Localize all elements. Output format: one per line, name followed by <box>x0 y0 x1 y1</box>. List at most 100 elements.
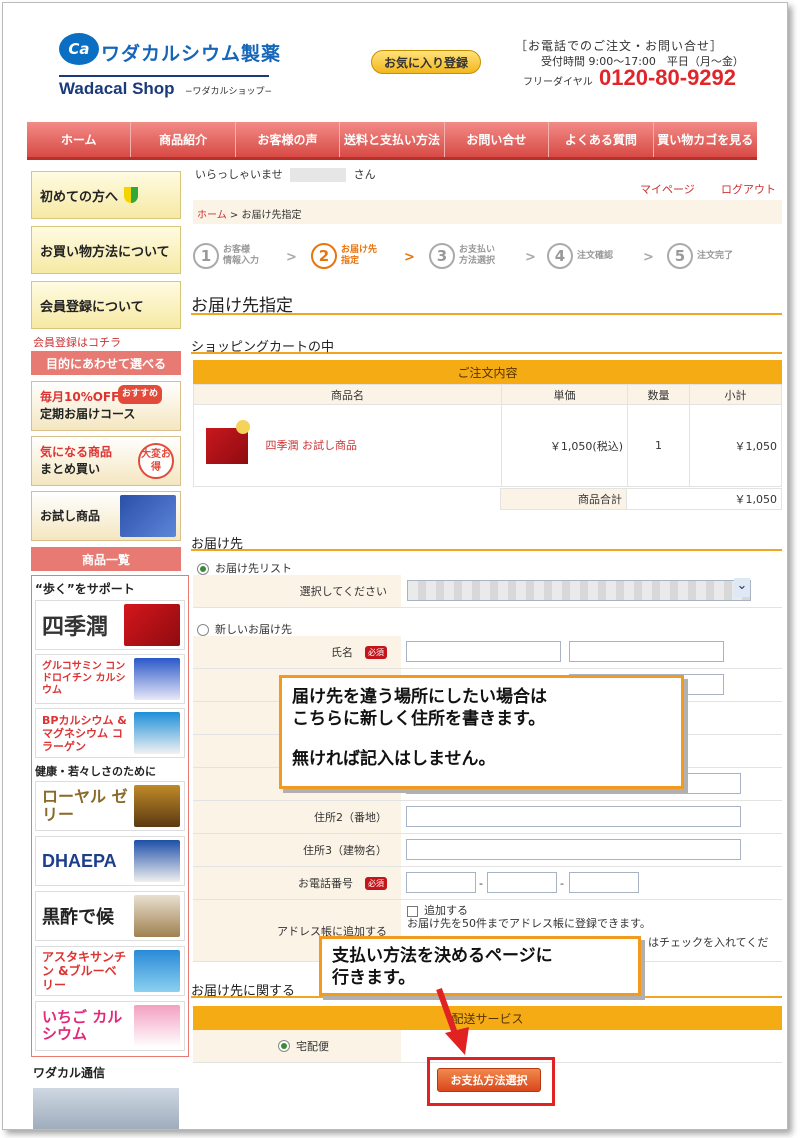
user-name-redacted <box>290 168 347 182</box>
purpose-heading: 目的にあわせて選べる <box>31 351 181 375</box>
step-3-line1: お支払い <box>459 245 496 255</box>
first-time-label: 初めての方へ <box>40 189 119 205</box>
addr2-input[interactable] <box>406 806 741 827</box>
nav-products[interactable]: 商品紹介 <box>131 122 236 157</box>
nav-contact[interactable]: お問い合せ <box>445 122 550 157</box>
product-royal-jelly[interactable]: ローヤル ゼリー <box>35 781 185 831</box>
nav-faq[interactable]: よくある質問 <box>549 122 654 157</box>
logo-subtitle: −ワダカルショップ− <box>185 87 273 97</box>
royal-jelly-pack-image <box>134 785 180 827</box>
shikijun-pack-image <box>124 604 180 646</box>
news-banner-image[interactable] <box>33 1088 179 1129</box>
great-deal-badge: 大変お得 <box>138 443 174 479</box>
product-dhaepa-label: DHAEPA <box>42 850 117 871</box>
tel-label: お電話番号 <box>298 877 353 890</box>
name-label-cell: 氏名 必須 <box>193 636 401 668</box>
new-dest-radio[interactable] <box>197 624 209 636</box>
product-glucosamine[interactable]: グルコサミン コンドロイチン カルシウム <box>35 654 185 704</box>
mypage-link[interactable]: マイページ <box>640 181 695 197</box>
name-row: 氏名 必須 <box>193 636 782 669</box>
step-arrow-icon: > <box>286 250 297 265</box>
dest-select-dropdown[interactable] <box>407 578 751 601</box>
payment-method-button[interactable]: お支払方法選択 <box>437 1068 541 1092</box>
addbook-checkbox[interactable] <box>407 905 418 917</box>
item-product-cell: 四季潤 お試し商品 <box>193 404 502 487</box>
tel-title: ［お電話でのご注文・お問い合せ］ <box>515 39 724 53</box>
product-shikijun[interactable]: 四季潤 <box>35 600 185 650</box>
last-name-input[interactable] <box>406 641 561 662</box>
product-bp-calcium[interactable]: BPカルシウム & マグネシウム コラーゲン <box>35 708 185 758</box>
logo-icon[interactable]: Ca <box>59 33 99 65</box>
trial-pack-image <box>120 495 176 537</box>
dest-list-option[interactable]: お届け先リスト <box>197 560 292 576</box>
nav-shipping[interactable]: 送料と支払い方法 <box>340 122 445 157</box>
phone-number: 0120-80-9292 <box>599 65 737 90</box>
sidebar-how-to-shop[interactable]: お買い物方法について <box>31 226 181 274</box>
dest-list-label: お届け先リスト <box>215 562 292 575</box>
logout-link[interactable]: ログアウト <box>721 181 776 197</box>
logo-english[interactable]: Wadacal Shop <box>59 79 175 99</box>
nav-home[interactable]: ホーム <box>27 122 132 157</box>
order-table: 商品名 単価 数量 小計 四季潤 お試し商品 ￥1,050(税込) 1 ￥1,0… <box>193 384 782 487</box>
tel-input-3[interactable] <box>569 872 639 893</box>
nav-voices[interactable]: お客様の声 <box>236 122 341 157</box>
callout2-line1: 支払い方法を決めるページに <box>332 946 553 966</box>
member-register-link[interactable]: 会員登録はコチラ <box>33 334 121 350</box>
glucosamine-pack-image <box>134 658 180 700</box>
page-title: お届け先指定 <box>191 291 782 316</box>
subscription-line2: 定期お届けコース <box>40 407 136 421</box>
step-arrow-icon: > <box>643 250 654 265</box>
product-shikijun-label: 四季潤 <box>42 614 109 640</box>
red-arrow-icon <box>436 987 469 1055</box>
product-list-heading: 商品一覧 <box>31 547 181 571</box>
shipping-radio[interactable] <box>278 1040 290 1052</box>
logo-japanese[interactable]: ワダカルシウム製薬 <box>101 39 281 66</box>
shipping-option-cell[interactable]: 宅配便 <box>193 1030 401 1062</box>
new-dest-option[interactable]: 新しいお届け先 <box>197 621 292 637</box>
logo-divider <box>59 75 269 77</box>
addr2-row: 住所2（番地） <box>193 801 782 834</box>
step-1: 1 お客様 情報入力 <box>193 243 259 269</box>
tel-input-2[interactable] <box>487 872 557 893</box>
shipping-option-label: 宅配便 <box>296 1040 329 1053</box>
product-thumbnail-image[interactable] <box>206 419 250 464</box>
astaxanthin-pack-image <box>134 950 180 992</box>
product-astaxanthin-label: アスタキサンチン &ブルーベリー <box>42 950 127 992</box>
step-4-label: 注文確認 <box>577 250 614 261</box>
dest-list-radio[interactable] <box>197 563 209 575</box>
product-royal-label: ローヤル ゼリー <box>42 787 128 824</box>
favorite-button[interactable]: お気に入り登録 <box>371 50 481 74</box>
trial-products[interactable]: お試し商品 <box>31 491 181 541</box>
item-product-name[interactable]: 四季潤 お試し商品 <box>266 439 358 452</box>
callout1-line1: 届け先を違う場所にしたい場合は <box>292 687 547 707</box>
addr3-input[interactable] <box>406 839 741 860</box>
table-row: 四季潤 お試し商品 ￥1,050(税込) 1 ￥1,050 <box>193 404 782 487</box>
sidebar-member-about[interactable]: 会員登録について <box>31 281 181 329</box>
step-3-number: 3 <box>429 243 455 269</box>
subscription-course[interactable]: 毎月10%OFF 定期お届けコース おすすめ <box>31 381 181 431</box>
total-table: 商品合計 ￥1,050 <box>500 488 782 510</box>
freedial-label: フリーダイヤル <box>523 77 593 88</box>
product-glucosamine-label: グルコサミン コンドロイチン カルシウム <box>42 661 126 696</box>
bulk-buy[interactable]: 気になる商品 まとめ買い 大変お得 <box>31 436 181 486</box>
product-kurozu[interactable]: 黒酢で候 <box>35 891 185 941</box>
tel-input-1[interactable] <box>406 872 476 893</box>
product-dhaepa[interactable]: DHAEPA <box>35 836 185 886</box>
dest-select-row: 選択してください <box>193 575 782 608</box>
sidebar-first-time[interactable]: 初めての方へ <box>31 171 181 219</box>
callout1-line3: 無ければ記入はしません。 <box>292 749 496 769</box>
breadcrumb: ホーム > お届け先指定 <box>193 200 782 224</box>
item-subtotal: ￥1,050 <box>689 404 782 487</box>
nav-cart[interactable]: 買い物カゴを見る <box>654 122 757 157</box>
addr2-label-cell: 住所2（番地） <box>193 801 401 833</box>
welcome-suffix: さん <box>353 168 376 181</box>
breadcrumb-current: > お届け先指定 <box>226 210 302 221</box>
product-kurozu-label: 黒酢で候 <box>42 907 114 928</box>
addbook-note2: はチェックを入れてくだ <box>648 936 769 949</box>
product-ichigo-calcium[interactable]: いちご カルシウム <box>35 1001 185 1051</box>
first-name-input[interactable] <box>569 641 724 662</box>
item-price: ￥1,050(税込) <box>501 404 628 487</box>
breadcrumb-home[interactable]: ホーム <box>197 210 227 221</box>
product-astaxanthin[interactable]: アスタキサンチン &ブルーベリー <box>35 946 185 996</box>
beginner-leaf-icon <box>124 187 139 203</box>
